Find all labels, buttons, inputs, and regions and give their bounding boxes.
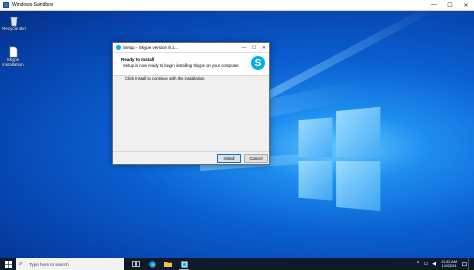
sandbox-title: Windows Sandbox [12, 2, 54, 8]
file-icon [7, 45, 19, 58]
volume-icon[interactable]: ◀ [430, 258, 438, 270]
edge-button[interactable] [144, 258, 160, 270]
edge-icon [148, 260, 156, 268]
notification-icon[interactable] [460, 258, 468, 270]
desktop-icon-skype-installation[interactable]: Skype installation [1, 45, 25, 67]
search-placeholder: Type here to search [29, 261, 69, 267]
dialog-minimize-button[interactable]: — [239, 43, 249, 52]
clock-date: 1/4/2024 [441, 264, 457, 268]
setup-dialog: Setup - Skype version 8.1... — ☐ ✕ Ready… [112, 42, 270, 165]
setup-icon [180, 260, 188, 268]
desktop-icon-label: Recycle Bin [2, 26, 26, 31]
cancel-button[interactable]: Cancel [244, 154, 268, 163]
start-button[interactable] [0, 258, 16, 270]
task-view-icon [132, 261, 140, 267]
dialog-footer: Install Cancel [113, 151, 269, 164]
dialog-header: Ready to Install Setup is now ready to b… [113, 53, 269, 76]
close-button[interactable]: ✕ [458, 0, 474, 10]
dialog-body: Click Install to continue with the insta… [118, 76, 264, 150]
taskbar-search-box[interactable]: ⌕ Type here to search [16, 258, 124, 270]
dialog-maximize-button[interactable]: ☐ [249, 43, 259, 52]
maximize-button[interactable]: ☐ [442, 0, 458, 10]
desktop: Recycle Bin Skype installation Setup - S… [0, 11, 474, 258]
dialog-close-button[interactable]: ✕ [259, 43, 269, 52]
sandbox-titlebar: Windows Sandbox — ☐ ✕ [0, 0, 474, 11]
minimize-button[interactable]: — [426, 0, 442, 10]
dialog-titlebar: Setup - Skype version 8.1... — ☐ ✕ [113, 43, 269, 53]
chevron-up-icon[interactable]: ^ [414, 258, 422, 270]
skype-logo-icon: S [251, 56, 265, 70]
file-explorer-button[interactable] [160, 258, 176, 270]
install-button[interactable]: Install [217, 154, 241, 163]
task-view-button[interactable] [128, 258, 144, 270]
desktop-icon-label: Skype installation [2, 57, 24, 67]
setup-icon [116, 45, 121, 50]
body-text: Click Install to continue with the insta… [125, 76, 206, 81]
header-subtitle: Setup is now ready to begin installing S… [123, 63, 240, 68]
network-icon[interactable]: ▭ [422, 258, 430, 270]
show-desktop-button[interactable] [468, 258, 474, 270]
header-title: Ready to Install [121, 57, 155, 62]
search-icon: ⌕ [19, 260, 23, 267]
dialog-title: Setup - Skype version 8.1... [123, 45, 179, 50]
windows-start-icon [4, 260, 12, 268]
windows-logo-wallpaper [298, 104, 383, 213]
taskbar: ⌕ Type here to search ^ ▭ ◀ 11:32 AM 1/4… [0, 258, 474, 270]
desktop-icon-recycle-bin[interactable]: Recycle Bin [2, 14, 26, 31]
system-clock[interactable]: 11:32 AM 1/4/2024 [438, 260, 460, 269]
sandbox-app-icon [3, 2, 9, 8]
action-center-icon [461, 261, 467, 266]
recycle-bin-icon [8, 14, 20, 27]
file-explorer-icon [164, 262, 172, 267]
setup-taskbar-button[interactable] [176, 258, 192, 270]
